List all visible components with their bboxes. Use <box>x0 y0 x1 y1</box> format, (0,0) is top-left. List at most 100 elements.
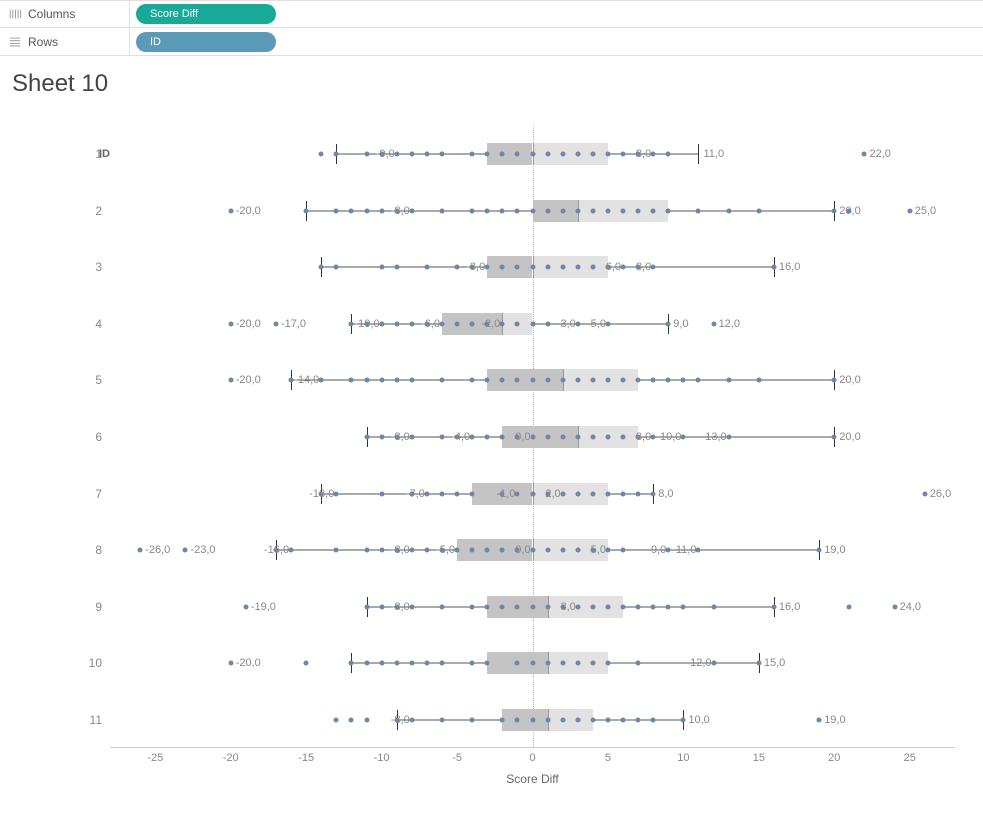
data-point[interactable] <box>439 152 444 157</box>
data-point[interactable] <box>409 208 414 213</box>
columns-shelf[interactable]: Columns Score Diff <box>0 0 983 28</box>
data-point[interactable] <box>605 717 610 722</box>
data-point[interactable] <box>439 435 444 440</box>
data-point[interactable] <box>530 378 535 383</box>
data-point[interactable] <box>485 152 490 157</box>
data-point[interactable] <box>334 717 339 722</box>
data-point[interactable] <box>289 548 294 553</box>
data-point[interactable] <box>832 208 837 213</box>
data-point[interactable] <box>500 378 505 383</box>
data-point[interactable] <box>621 604 626 609</box>
data-point[interactable] <box>530 435 535 440</box>
data-point[interactable] <box>515 491 520 496</box>
data-point[interactable] <box>409 548 414 553</box>
data-point[interactable] <box>183 548 188 553</box>
data-point[interactable] <box>575 717 580 722</box>
data-point[interactable] <box>575 378 580 383</box>
data-point[interactable] <box>545 378 550 383</box>
columns-items[interactable]: Score Diff <box>130 1 983 27</box>
data-point[interactable] <box>862 152 867 157</box>
data-point[interactable] <box>907 208 912 213</box>
data-point[interactable] <box>334 152 339 157</box>
data-point[interactable] <box>394 152 399 157</box>
data-point[interactable] <box>515 321 520 326</box>
data-point[interactable] <box>409 152 414 157</box>
data-point[interactable] <box>424 661 429 666</box>
data-point[interactable] <box>530 208 535 213</box>
data-point[interactable] <box>349 378 354 383</box>
data-point[interactable] <box>470 208 475 213</box>
data-point[interactable] <box>726 435 731 440</box>
data-point[interactable] <box>545 661 550 666</box>
boxplot-lane[interactable]: -9,08,011,022,0 <box>110 140 955 168</box>
data-point[interactable] <box>394 378 399 383</box>
data-point[interactable] <box>590 661 595 666</box>
data-point[interactable] <box>560 378 565 383</box>
plot-area[interactable]: -9,08,011,022,0-20,0-8,020,025,0-3,06,08… <box>110 126 955 748</box>
data-point[interactable] <box>349 208 354 213</box>
data-point[interactable] <box>605 661 610 666</box>
boxplot-lane[interactable]: -20,0-14,020,0 <box>110 366 955 394</box>
data-point[interactable] <box>756 661 761 666</box>
data-point[interactable] <box>560 717 565 722</box>
data-point[interactable] <box>424 152 429 157</box>
data-point[interactable] <box>696 208 701 213</box>
data-point[interactable] <box>530 661 535 666</box>
data-point[interactable] <box>560 152 565 157</box>
data-point[interactable] <box>575 152 580 157</box>
boxplot-lane[interactable]: -8,010,019,0 <box>110 706 955 734</box>
data-point[interactable] <box>530 321 535 326</box>
data-point[interactable] <box>455 321 460 326</box>
data-point[interactable] <box>771 265 776 270</box>
data-point[interactable] <box>409 378 414 383</box>
data-point[interactable] <box>651 208 656 213</box>
data-point[interactable] <box>379 378 384 383</box>
data-point[interactable] <box>409 604 414 609</box>
data-point[interactable] <box>515 208 520 213</box>
data-point[interactable] <box>500 208 505 213</box>
data-point[interactable] <box>424 265 429 270</box>
data-point[interactable] <box>575 435 580 440</box>
data-point[interactable] <box>500 604 505 609</box>
data-point[interactable] <box>439 378 444 383</box>
data-point[interactable] <box>364 717 369 722</box>
data-point[interactable] <box>590 491 595 496</box>
data-point[interactable] <box>605 491 610 496</box>
data-point[interactable] <box>409 717 414 722</box>
data-point[interactable] <box>545 208 550 213</box>
data-point[interactable] <box>651 378 656 383</box>
data-point[interactable] <box>470 717 475 722</box>
data-point[interactable] <box>439 491 444 496</box>
data-point[interactable] <box>470 548 475 553</box>
data-point[interactable] <box>515 717 520 722</box>
data-point[interactable] <box>545 435 550 440</box>
data-point[interactable] <box>605 208 610 213</box>
data-point[interactable] <box>500 152 505 157</box>
data-point[interactable] <box>575 661 580 666</box>
data-point[interactable] <box>545 548 550 553</box>
data-point[interactable] <box>409 661 414 666</box>
data-point[interactable] <box>273 321 278 326</box>
data-point[interactable] <box>515 265 520 270</box>
data-point[interactable] <box>530 717 535 722</box>
data-point[interactable] <box>364 208 369 213</box>
data-point[interactable] <box>470 378 475 383</box>
data-point[interactable] <box>439 321 444 326</box>
data-point[interactable] <box>590 717 595 722</box>
data-point[interactable] <box>575 548 580 553</box>
data-point[interactable] <box>575 208 580 213</box>
data-point[interactable] <box>621 208 626 213</box>
data-point[interactable] <box>470 661 475 666</box>
data-point[interactable] <box>560 208 565 213</box>
data-point[interactable] <box>575 265 580 270</box>
data-point[interactable] <box>545 321 550 326</box>
boxplot-lane[interactable]: -3,06,08,016,0 <box>110 253 955 281</box>
data-point[interactable] <box>439 208 444 213</box>
data-point[interactable] <box>681 604 686 609</box>
data-point[interactable] <box>636 378 641 383</box>
data-point[interactable] <box>560 265 565 270</box>
data-point[interactable] <box>545 265 550 270</box>
data-point[interactable] <box>590 152 595 157</box>
boxplot-lane[interactable]: -8,0-4,00,08,010,013,020,0 <box>110 423 955 451</box>
data-point[interactable] <box>832 435 837 440</box>
